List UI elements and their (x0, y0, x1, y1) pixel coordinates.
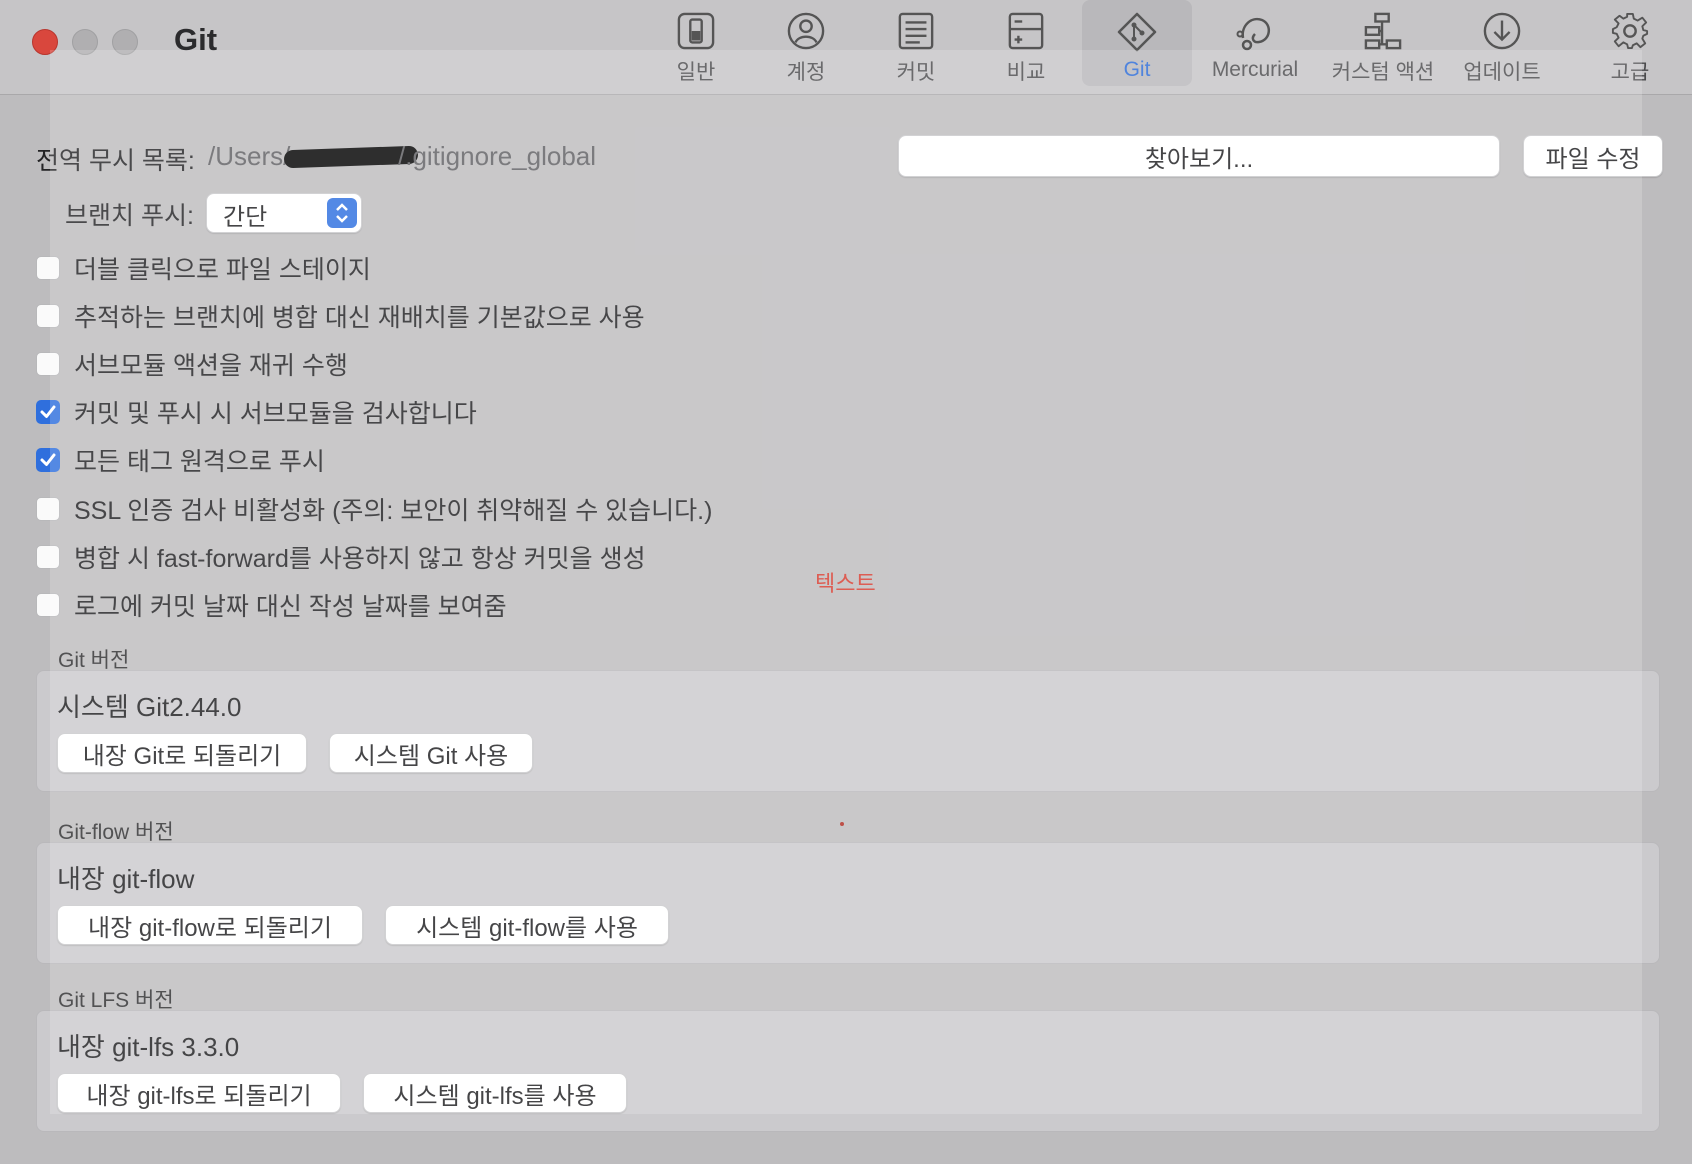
window-title: Git (174, 22, 218, 57)
global-ignore-path-suffix: /.gitignore_global (398, 141, 597, 171)
branch-push-label: 브랜치 푸시: (65, 202, 194, 230)
gitflow-version-value: 내장 git-flow (57, 864, 195, 894)
checkmark-icon (40, 405, 56, 418)
tab-diff[interactable]: 비교 (980, 0, 1072, 86)
checkmark-icon (40, 453, 56, 466)
use-system-git-button[interactable]: 시스템 Git 사용 (329, 733, 533, 773)
option-row[interactable]: 로그에 커밋 날짜 대신 작성 날짜를 보여줌 (36, 590, 507, 621)
global-ignore-path-prefix: /Users/ (208, 141, 291, 171)
tab-commit-label: 커밋 (896, 61, 936, 84)
option-label: 추적하는 브랜치에 병합 대신 재배치를 기본값으로 사용 (74, 304, 645, 332)
annotation-dot (840, 822, 844, 826)
browse-button[interactable]: 찾아보기... (898, 135, 1500, 177)
global-ignore-label: 전역 무시 목록: (36, 147, 195, 175)
chevron-up-down-icon (327, 198, 357, 228)
minimize-window-button[interactable] (72, 29, 98, 55)
option-row[interactable]: 더블 클릭으로 파일 스테이지 (36, 253, 371, 284)
custom-actions-icon (1364, 12, 1402, 50)
option-label: 모든 태그 원격으로 푸시 (74, 448, 325, 476)
gitlfs-version-value: 내장 git-lfs 3.3.0 (57, 1032, 240, 1062)
toolbar: Git 일반 계정 커밋 비교 Git Mercurial 커스텀 액션 업데이… (0, 0, 1692, 95)
tab-git[interactable]: Git (1082, 0, 1192, 86)
tab-general-label: 일반 (676, 61, 716, 84)
option-label: 커밋 및 푸시 시 서브모듈을 검사합니다 (74, 400, 477, 428)
option-checkbox[interactable] (36, 352, 60, 376)
tab-general[interactable]: 일반 (650, 0, 742, 86)
tab-commit[interactable]: 커밋 (870, 0, 962, 86)
annotation-text: 텍스트 (815, 571, 876, 596)
tab-custom-actions-label: 커스텀 액션 (1331, 61, 1435, 84)
option-label: 병합 시 fast-forward를 사용하지 않고 항상 커밋을 생성 (74, 545, 646, 573)
edit-file-button[interactable]: 파일 수정 (1523, 135, 1663, 177)
commit-icon (898, 12, 934, 50)
option-row[interactable]: 병합 시 fast-forward를 사용하지 않고 항상 커밋을 생성 (36, 542, 646, 573)
use-system-gitflow-button[interactable]: 시스템 git-flow를 사용 (385, 905, 669, 945)
option-row[interactable]: 서브모듈 액션을 재귀 수행 (36, 349, 348, 380)
gear-icon (1611, 12, 1649, 50)
option-checkbox[interactable] (36, 593, 60, 617)
tab-advanced[interactable]: 고급 (1584, 0, 1676, 86)
tab-update[interactable]: 업데이트 (1456, 0, 1548, 86)
diff-icon (1008, 12, 1044, 50)
option-row[interactable]: 추적하는 브랜치에 병합 대신 재배치를 기본값으로 사용 (36, 301, 645, 332)
tab-git-label: Git (1123, 58, 1151, 81)
use-system-gitlfs-button[interactable]: 시스템 git-lfs를 사용 (363, 1073, 627, 1113)
option-row[interactable]: SSL 인증 검사 비활성화 (주의: 보안이 취약해질 수 있습니다.) (36, 494, 713, 525)
tab-custom-actions[interactable]: 커스텀 액션 (1328, 0, 1438, 86)
close-window-button[interactable] (32, 29, 58, 55)
branch-push-value: 간단 (223, 204, 268, 231)
option-label: 서브모듈 액션을 재귀 수행 (74, 352, 348, 380)
revert-builtin-gitflow-button[interactable]: 내장 git-flow로 되돌리기 (57, 905, 363, 945)
tab-advanced-label: 고급 (1610, 61, 1650, 84)
option-row[interactable]: 모든 태그 원격으로 푸시 (36, 445, 325, 476)
tab-mercurial-label: Mercurial (1211, 58, 1299, 81)
branch-push-select[interactable]: 간단 (206, 193, 362, 233)
revert-builtin-gitlfs-button[interactable]: 내장 git-lfs로 되돌리기 (57, 1073, 341, 1113)
option-label: 로그에 커밋 날짜 대신 작성 날짜를 보여줌 (74, 593, 507, 621)
option-checkbox[interactable] (36, 256, 60, 280)
update-icon (1483, 12, 1521, 50)
zoom-window-button[interactable] (112, 29, 138, 55)
tab-update-label: 업데이트 (1463, 61, 1541, 84)
tab-account[interactable]: 계정 (760, 0, 852, 86)
gitflow-version-group: 내장 git-flow 내장 git-flow로 되돌리기 시스템 git-fl… (36, 842, 1660, 964)
option-checkbox[interactable] (36, 497, 60, 521)
account-icon (787, 12, 825, 50)
option-checkbox[interactable] (36, 545, 60, 569)
option-row[interactable]: 커밋 및 푸시 시 서브모듈을 검사합니다 (36, 397, 477, 428)
tab-account-label: 계정 (786, 61, 826, 84)
option-label: SSL 인증 검사 비활성화 (주의: 보안이 취약해질 수 있습니다.) (74, 497, 713, 525)
general-icon (677, 12, 715, 50)
tab-diff-label: 비교 (1006, 61, 1046, 84)
git-version-value: 시스템 Git2.44.0 (57, 692, 242, 722)
tab-mercurial[interactable]: Mercurial (1200, 0, 1310, 86)
option-checkbox[interactable] (36, 304, 60, 328)
git-version-group: 시스템 Git2.44.0 내장 Git로 되돌리기 시스템 Git 사용 (36, 670, 1660, 792)
mercurial-icon (1236, 17, 1270, 51)
option-checkbox[interactable] (36, 448, 60, 472)
revert-builtin-git-button[interactable]: 내장 Git로 되돌리기 (57, 733, 307, 773)
gitlfs-version-group: 내장 git-lfs 3.3.0 내장 git-lfs로 되돌리기 시스템 gi… (36, 1010, 1660, 1132)
option-label: 더블 클릭으로 파일 스테이지 (74, 256, 371, 284)
option-checkbox[interactable] (36, 400, 60, 424)
git-icon (1117, 12, 1157, 52)
